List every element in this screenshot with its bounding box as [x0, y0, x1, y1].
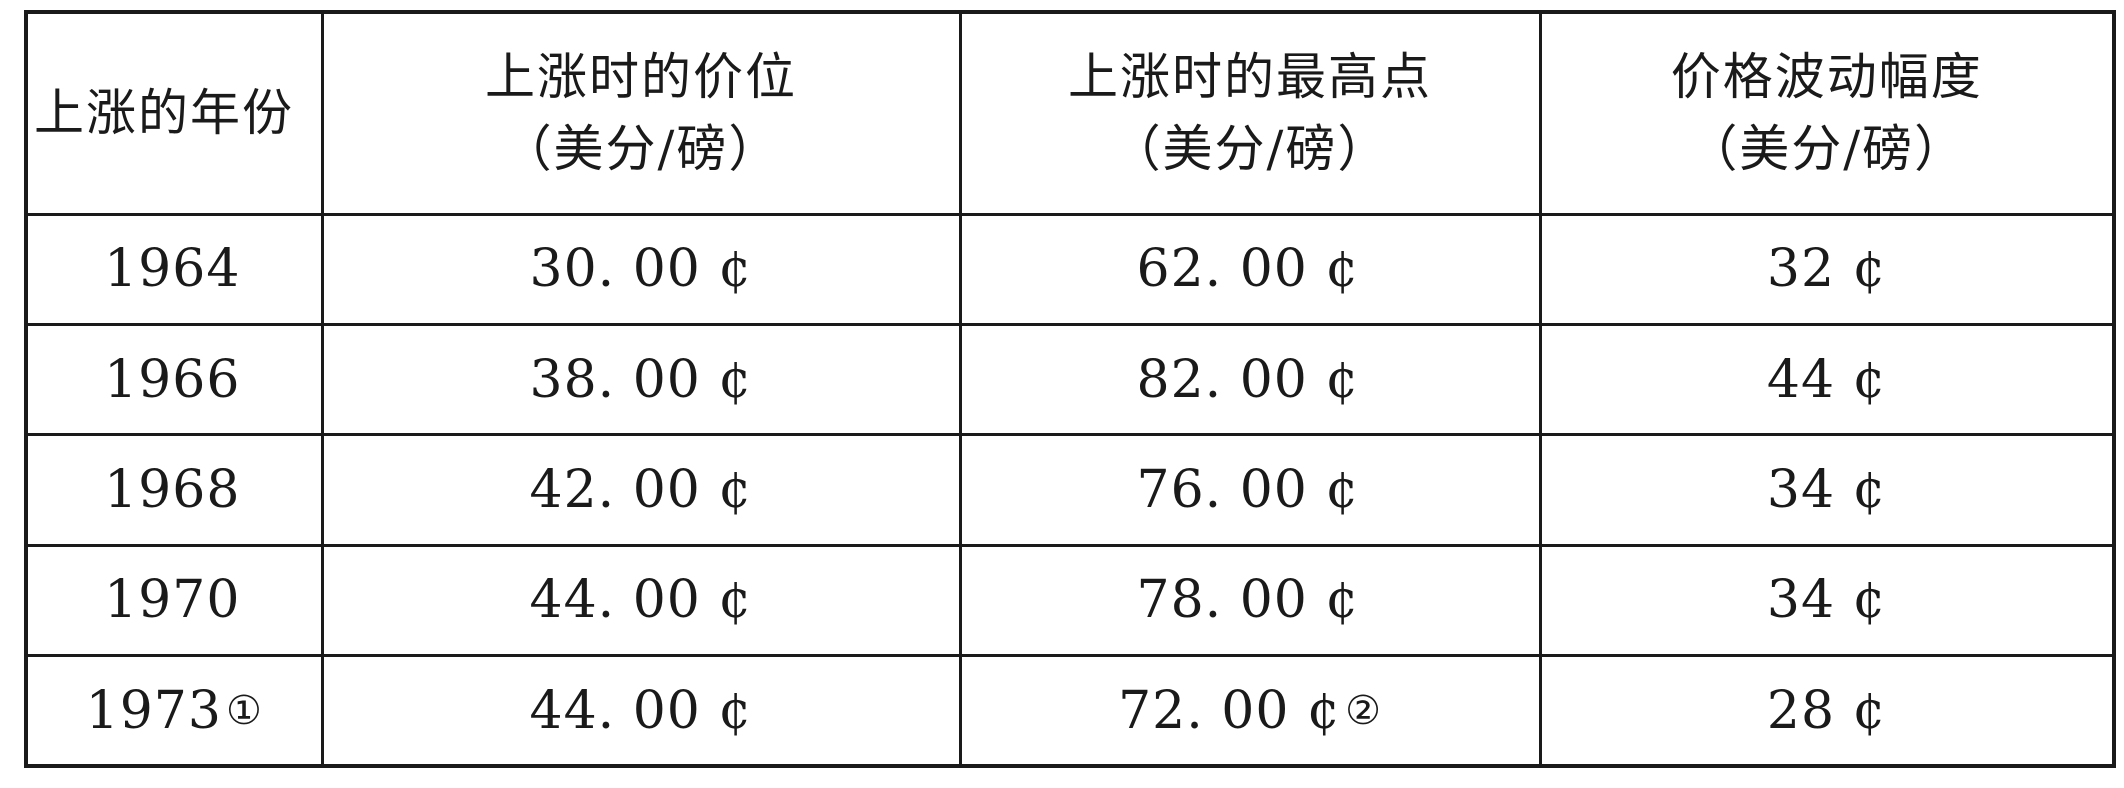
year-value: 1964 [104, 239, 241, 300]
peak-value: 82. 00 ¢ [1136, 349, 1360, 410]
cell-year: 1970 [24, 543, 324, 658]
cell-year: 1973 ① [24, 654, 324, 768]
cell-price-range: 34 ¢ [1538, 543, 2116, 658]
cell-price-range: 32 ¢ [1538, 212, 2116, 326]
cell-peak-price: 76. 00 ¢ [958, 433, 1542, 547]
table-row: 1966 38. 00 ¢ 82. 00 ¢ 44 ¢ [24, 322, 2116, 437]
table-row: 1964 30. 00 ¢ 62. 00 ¢ 32 ¢ [24, 212, 2116, 326]
price-fluctuation-table: 上涨的年份 上涨时的价位 （美分/磅） 上涨时的最高点 （美分/磅） 价格波动幅… [24, 10, 2116, 768]
cell-peak-price: 62. 00 ¢ [958, 212, 1542, 326]
header-price-range-label: 价格波动幅度 [1670, 47, 1983, 106]
peak-footnote-mark: ② [1345, 687, 1382, 734]
peak-value: 76. 00 ¢ [1136, 459, 1360, 520]
table-row: 1968 42. 00 ¢ 76. 00 ¢ 34 ¢ [24, 433, 2116, 547]
header-peak-price-label: 上涨时的最高点 [1068, 47, 1432, 106]
cell-peak-price: 82. 00 ¢ [958, 322, 1542, 437]
cell-year: 1968 [24, 433, 324, 547]
peak-value: 62. 00 ¢ [1136, 239, 1360, 300]
cell-price-range: 44 ¢ [1538, 322, 2116, 437]
header-year-label: 上涨的年份 [34, 84, 294, 142]
header-start-price: 上涨时的价位 （美分/磅） [320, 10, 962, 216]
year-footnote-mark: ① [225, 687, 263, 734]
header-peak-price: 上涨时的最高点 （美分/磅） [958, 10, 1542, 216]
cell-start-price: 44. 00 ¢ [320, 543, 962, 658]
header-start-price-label: 上涨时的价位 [485, 47, 797, 106]
cell-peak-price: 78. 00 ¢ [958, 543, 1542, 658]
cell-start-price: 44. 00 ¢ [320, 654, 962, 768]
table-row: 1973 ① 44. 00 ¢ 72. 00 ¢ ② 28 ¢ [24, 654, 2116, 768]
cell-peak-price: 72. 00 ¢ ② [958, 654, 1542, 768]
peak-value: 78. 00 ¢ [1136, 570, 1360, 631]
table-row: 1970 44. 00 ¢ 78. 00 ¢ 34 ¢ [24, 543, 2116, 658]
cell-start-price: 42. 00 ¢ [320, 433, 962, 547]
year-value: 1973 [85, 680, 222, 741]
header-price-range: 价格波动幅度 （美分/磅） [1538, 10, 2116, 216]
peak-value: 72. 00 ¢ [1118, 680, 1342, 741]
year-value: 1966 [104, 349, 241, 410]
cell-price-range: 28 ¢ [1538, 654, 2116, 768]
cell-year: 1964 [24, 212, 324, 326]
year-value: 1968 [104, 459, 241, 520]
table-header-row: 上涨的年份 上涨时的价位 （美分/磅） 上涨时的最高点 （美分/磅） 价格波动幅… [24, 10, 2116, 216]
header-start-price-unit: （美分/磅） [501, 120, 781, 179]
cell-start-price: 30. 00 ¢ [320, 212, 962, 326]
header-price-range-unit: （美分/磅） [1687, 120, 1967, 179]
cell-price-range: 34 ¢ [1538, 433, 2116, 547]
price-table-container: 上涨的年份 上涨时的价位 （美分/磅） 上涨时的最高点 （美分/磅） 价格波动幅… [24, 10, 2116, 768]
year-value: 1970 [104, 570, 241, 631]
cell-year: 1966 [24, 322, 324, 437]
header-year: 上涨的年份 [24, 10, 324, 216]
cell-start-price: 38. 00 ¢ [320, 322, 962, 437]
header-peak-price-unit: （美分/磅） [1110, 120, 1390, 179]
